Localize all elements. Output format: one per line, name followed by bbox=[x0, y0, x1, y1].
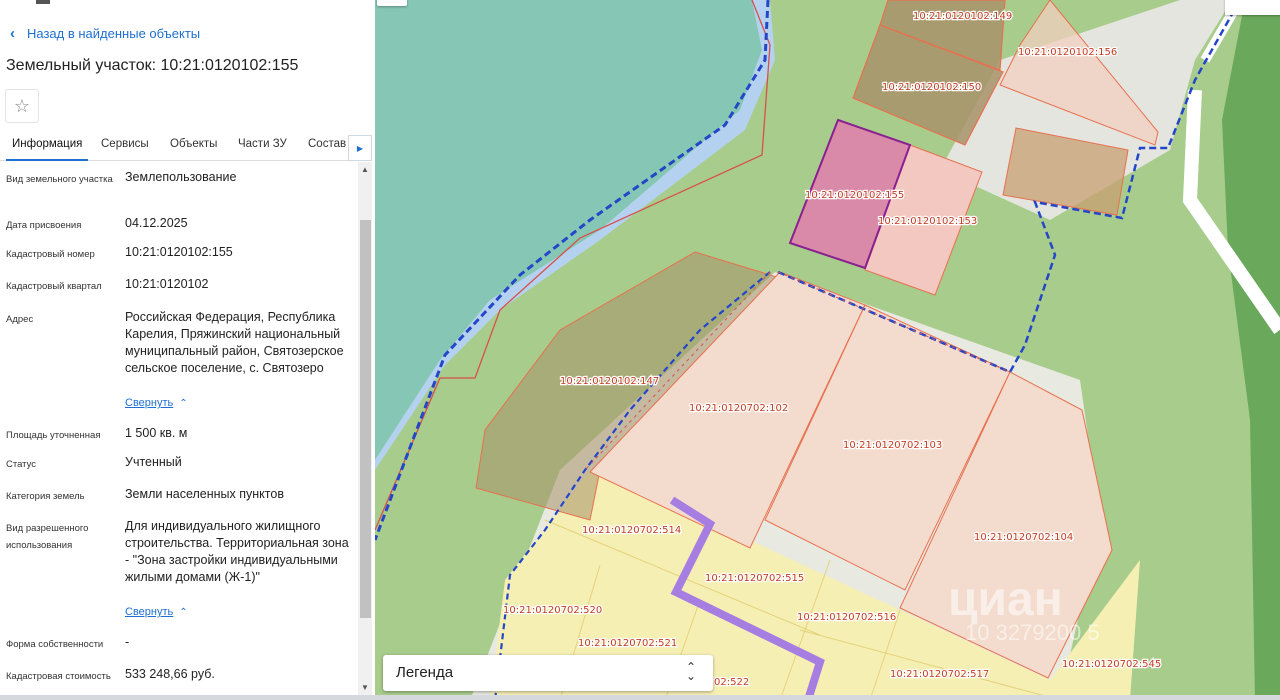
legend-label: Легенда bbox=[396, 664, 454, 681]
field-value: - bbox=[125, 635, 130, 649]
map-control-top-left[interactable] bbox=[377, 0, 407, 6]
field-label: Категория земель bbox=[6, 491, 85, 502]
chevron-left-icon: ‹ bbox=[10, 25, 15, 42]
field-label: Статус bbox=[6, 459, 37, 470]
scroll-down-icon[interactable]: ▼ bbox=[361, 683, 369, 692]
tab-objects[interactable]: Объекты bbox=[170, 138, 217, 150]
chevron-up-icon: ⌃ bbox=[179, 607, 188, 618]
field-label: Кадастровый квартал bbox=[6, 281, 102, 292]
parcel-label: 10:21:0120102:153 bbox=[878, 216, 977, 227]
parcel-label: 10:21:0120102:150 bbox=[882, 82, 981, 93]
taskbar-strip bbox=[0, 695, 1280, 700]
back-link-label: Назад в найденные объекты bbox=[27, 26, 201, 41]
sort-arrows-icon: ⌃ ⌄ bbox=[685, 660, 696, 683]
favorite-button[interactable]: ☆ bbox=[5, 89, 39, 123]
map-control-top-right[interactable] bbox=[1225, 0, 1280, 15]
right-forest bbox=[1222, 0, 1280, 700]
field-label: Дата присвоения bbox=[6, 220, 82, 231]
watermark-brand: циан bbox=[948, 573, 1063, 626]
star-icon: ☆ bbox=[13, 95, 31, 116]
tabs-scroll-right-button[interactable]: ▶ bbox=[348, 135, 372, 161]
panel-top-handle bbox=[36, 0, 50, 4]
field-label: Форма собственности bbox=[6, 639, 104, 650]
parcel-label: 10:21:0120702:104 bbox=[974, 532, 1073, 543]
parcel-label: 10:21:0120702:517 bbox=[890, 669, 989, 680]
field-value: 10:21:0120102:155 bbox=[125, 245, 233, 259]
parcel-label: 10:21:0120702:103 bbox=[843, 440, 942, 451]
field-value: Землепользование bbox=[125, 170, 237, 184]
parcel-label: 10:21:0120702:545 bbox=[1062, 659, 1161, 670]
field-value: 10:21:0120102 bbox=[125, 277, 209, 291]
chevron-up-icon: ⌃ bbox=[179, 398, 188, 409]
field-value: 533 248,66 руб. bbox=[125, 667, 215, 681]
parcel-label: 10:21:0120102:156 bbox=[1018, 47, 1117, 58]
collapse-label: Свернуть bbox=[125, 397, 174, 409]
field-label: Вид разрешенного использования bbox=[6, 523, 89, 551]
parcel-label: 10:21:0120702:521 bbox=[578, 638, 677, 649]
permitted-use-collapse-link[interactable]: Свернуть ⌃ bbox=[125, 606, 188, 618]
parcel-label: 10:21:0120702:520 bbox=[503, 605, 602, 616]
page-title: Земельный участок: 10:21:0120102:155 bbox=[6, 57, 299, 74]
triangle-right-icon: ▶ bbox=[356, 143, 364, 153]
parcel-label: 10:21:0120702:514 bbox=[582, 525, 681, 536]
info-panel: ‹ Назад в найденные объекты Земельный уч… bbox=[0, 0, 375, 700]
watermark-phone: 10 3279200 5 bbox=[965, 620, 1100, 645]
parcel-label: 10:21:0120102:155 bbox=[805, 190, 904, 201]
tab-info[interactable]: Информация bbox=[5, 138, 89, 161]
field-label: Кадастровый номер bbox=[6, 249, 95, 260]
tab-parcel-parts[interactable]: Части ЗУ bbox=[238, 138, 287, 150]
field-label: Адрес bbox=[6, 314, 34, 325]
field-value: Земли населенных пунктов bbox=[125, 487, 284, 501]
map-canvas[interactable]: 10:21:0120102:149 10:21:0120102:156 10:2… bbox=[375, 0, 1280, 700]
field-label: Кадастровая стоимость bbox=[6, 671, 111, 682]
collapse-label: Свернуть bbox=[125, 606, 174, 618]
parcel-label: 10:21:0120102:147 bbox=[560, 376, 659, 387]
field-value: Для индивидуального жилищного строительс… bbox=[125, 519, 349, 584]
scrollbar-thumb[interactable] bbox=[360, 220, 371, 618]
parcel-label: 10:21:0120702:515 bbox=[705, 573, 804, 584]
parcel-label: 10:21:0120702:516 bbox=[797, 612, 896, 623]
scroll-up-icon[interactable]: ▲ bbox=[361, 165, 369, 174]
cadastral-map[interactable]: 10:21:0120102:149 10:21:0120102:156 10:2… bbox=[375, 0, 1280, 700]
field-label: Вид земельного участка bbox=[6, 174, 113, 185]
address-collapse-link[interactable]: Свернуть ⌃ bbox=[125, 397, 188, 409]
tab-services[interactable]: Сервисы bbox=[101, 138, 149, 150]
field-value: Учтенный bbox=[125, 455, 182, 469]
parcel-label: 10:21:0120702:102 bbox=[689, 403, 788, 414]
tab-composition[interactable]: Состав bbox=[308, 138, 346, 150]
back-link[interactable]: ‹ Назад в найденные объекты bbox=[10, 26, 200, 41]
field-value: Российская Федерация, Республика Карелия… bbox=[125, 310, 344, 375]
legend-dropdown[interactable]: Легенда ⌃ ⌄ bbox=[383, 655, 713, 691]
field-value: 1 500 кв. м bbox=[125, 426, 188, 440]
tab-bar: Информация Сервисы Объекты Части ЗУ Сост… bbox=[0, 130, 372, 161]
field-label: Площадь уточненная bbox=[6, 430, 101, 441]
field-value: 04.12.2025 bbox=[125, 216, 188, 230]
parcel-label: 10:21:0120102:149 bbox=[913, 11, 1012, 22]
